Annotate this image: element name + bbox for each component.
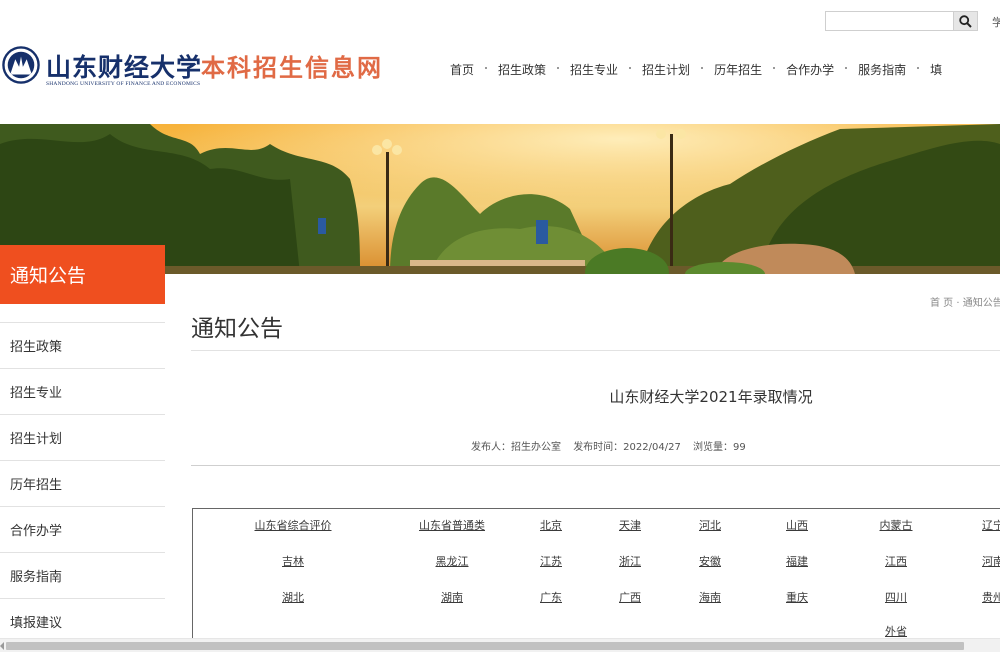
- nav-home[interactable]: 首页: [430, 61, 486, 78]
- region-link[interactable]: 黑龙江: [436, 553, 469, 569]
- sidebar-item-enrollment-plan[interactable]: 招生计划: [0, 414, 165, 460]
- search-button[interactable]: [953, 11, 978, 31]
- region-link[interactable]: 福建: [786, 553, 808, 569]
- region-link[interactable]: 山东省综合评价: [255, 517, 332, 533]
- nav-cooperative-programs[interactable]: 合作办学: [773, 61, 846, 78]
- search-icon: [959, 14, 972, 28]
- logo-english-name: SHANDONG UNIVERSITY OF FINANCE AND ECONO…: [46, 81, 201, 87]
- nav-past-admissions[interactable]: 历年招生: [701, 61, 774, 78]
- region-link[interactable]: 浙江: [619, 553, 641, 569]
- region-link[interactable]: 山东省普通类: [419, 517, 485, 533]
- article-date: 发布时间：2022/04/27: [573, 442, 681, 453]
- sidebar-item-service-guide[interactable]: 服务指南: [0, 552, 165, 598]
- sidebar-title: 通知公告: [0, 245, 165, 304]
- region-link[interactable]: 广西: [619, 589, 641, 605]
- region-table: 山东省综合评价 山东省普通类 北京 天津 河北 山西 内蒙古 辽宁 吉林 黑龙江…: [192, 508, 1000, 648]
- sidebar-item-past-admissions[interactable]: 历年招生: [0, 460, 165, 506]
- scroll-left-arrow-icon[interactable]: [0, 642, 4, 650]
- region-link[interactable]: 山西: [786, 517, 808, 533]
- title-divider: [191, 350, 1000, 351]
- region-link[interactable]: 湖北: [282, 589, 304, 605]
- article-publisher: 发布人：招生办公室: [471, 442, 561, 453]
- nav-application-advice[interactable]: 填: [917, 61, 954, 78]
- breadcrumb[interactable]: 首 页 · 通知公告: [930, 294, 1000, 309]
- region-link[interactable]: 湖南: [441, 589, 463, 605]
- horizontal-scrollbar[interactable]: [0, 638, 1000, 652]
- nav-enrollment-plan[interactable]: 招生计划: [629, 61, 702, 78]
- nav-service-guide[interactable]: 服务指南: [845, 61, 918, 78]
- nav-majors[interactable]: 招生专业: [557, 61, 630, 78]
- sidebar-item-majors[interactable]: 招生专业: [0, 368, 165, 414]
- university-emblem-icon: [2, 46, 40, 84]
- logo-chinese-name: 山东财经大学: [46, 53, 203, 82]
- page-title: 通知公告: [191, 316, 283, 342]
- article-title: 山东财经大学2021年录取情况: [609, 388, 813, 406]
- region-link[interactable]: 重庆: [786, 589, 808, 605]
- sidebar-menu: 招生政策 招生专业 招生计划 历年招生 合作办学 服务指南 填报建议: [0, 322, 165, 644]
- article-views: 浏览量：99: [693, 442, 746, 453]
- region-link[interactable]: 河北: [699, 517, 721, 533]
- region-link[interactable]: 内蒙古: [880, 517, 913, 533]
- region-link[interactable]: 海南: [699, 589, 721, 605]
- region-link[interactable]: 安徽: [699, 553, 721, 569]
- top-link[interactable]: 学: [992, 14, 1000, 30]
- sidebar-item-cooperative-programs[interactable]: 合作办学: [0, 506, 165, 552]
- region-link[interactable]: 天津: [619, 517, 641, 533]
- region-link[interactable]: 江西: [885, 553, 907, 569]
- region-link[interactable]: 广东: [540, 589, 562, 605]
- main-nav: 首页 招生政策 招生专业 招生计划 历年招生 合作办学 服务指南 填: [430, 60, 954, 78]
- region-link[interactable]: 四川: [885, 589, 907, 605]
- region-link[interactable]: 辽宁: [982, 517, 1000, 533]
- university-logo[interactable]: 山东财经大学 SHANDONG UNIVERSITY OF FINANCE AN…: [2, 44, 201, 92]
- region-link[interactable]: 外省: [885, 623, 907, 639]
- nav-admission-policy[interactable]: 招生政策: [485, 61, 558, 78]
- region-link[interactable]: 贵州: [982, 589, 1000, 605]
- sidebar-item-admission-policy[interactable]: 招生政策: [0, 322, 165, 368]
- region-link[interactable]: 吉林: [282, 553, 304, 569]
- region-link[interactable]: 江苏: [540, 553, 562, 569]
- site-name: 本科招生信息网: [201, 53, 383, 82]
- article-meta: 发布人：招生办公室 发布时间：2022/04/27 浏览量：99: [471, 438, 755, 453]
- meta-divider: [191, 465, 1000, 466]
- region-link[interactable]: 河南: [982, 553, 1000, 569]
- scrollbar-thumb[interactable]: [6, 642, 964, 650]
- region-link[interactable]: 北京: [540, 517, 562, 533]
